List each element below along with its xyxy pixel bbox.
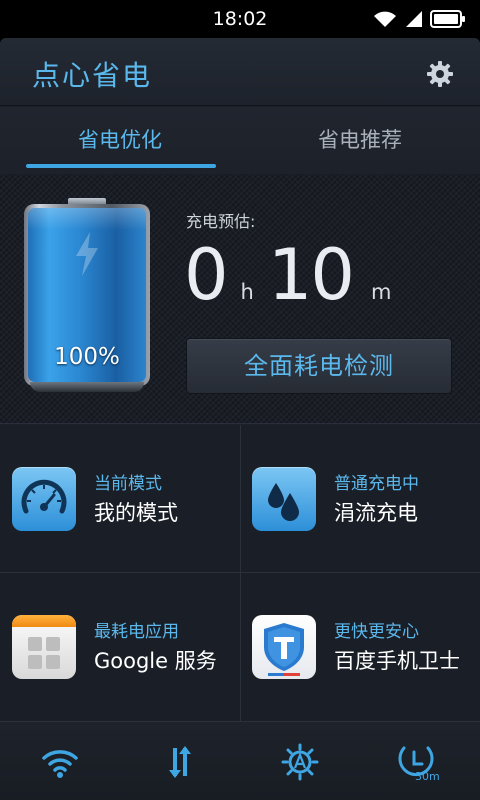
signal-icon	[406, 11, 422, 27]
wifi-icon	[42, 750, 78, 778]
lightning-bolt-icon	[76, 232, 98, 276]
battery-fill: 100%	[28, 208, 146, 382]
quick-toggle-bar: 30m	[0, 721, 480, 800]
mobile-data-toggle[interactable]	[158, 742, 202, 782]
app-window: 点心省电 省电优化 省电推荐 100% 充电预估: 0 h 10 m 全面耗电检…	[0, 38, 480, 800]
active-tab-indicator	[26, 164, 216, 168]
full-power-check-button[interactable]: 全面耗电检测	[186, 338, 452, 394]
security-app-tile[interactable]: 更快更安心 百度手机卫士	[240, 573, 480, 721]
brightness-toggle[interactable]	[278, 742, 322, 782]
screen-timeout-toggle[interactable]: 30m	[398, 742, 442, 783]
minutes-value: 10	[267, 234, 355, 316]
status-icons	[372, 9, 466, 29]
battery-body: 100%	[24, 204, 150, 386]
battery-percentage: 100%	[54, 344, 120, 370]
app-header: 点心省电	[0, 38, 480, 106]
charging-status-tile[interactable]: 普通充电中 涓流充电	[240, 425, 480, 573]
shield-icon	[252, 615, 316, 679]
current-mode-value: 我的模式	[94, 501, 178, 525]
gauge-icon	[12, 467, 76, 531]
water-drops-icon	[252, 467, 316, 531]
battery-base	[30, 382, 144, 392]
battery-panel: 100% 充电预估: 0 h 10 m 全面耗电检测	[0, 174, 480, 424]
battery-graphic: 100%	[24, 198, 150, 392]
charge-time-readout: 0 h 10 m	[184, 234, 405, 324]
minutes-unit: m	[370, 280, 392, 304]
charging-status-value: 涓流充电	[334, 501, 418, 525]
current-mode-caption: 当前模式	[94, 474, 162, 494]
top-consumer-value: Google 服务	[94, 649, 217, 673]
screen-timeout-icon: 30m	[398, 746, 440, 783]
info-grid: 当前模式 我的模式 普通充电中 涓流充电 最耗电应用 Google 服务 更快更…	[0, 425, 480, 721]
tab-power-recommend[interactable]: 省电推荐	[240, 107, 480, 173]
screen-timeout-label: 30m	[415, 770, 440, 782]
hours-unit: h	[240, 280, 254, 304]
charging-status-caption: 普通充电中	[334, 474, 419, 494]
app-grid-icon	[12, 615, 76, 679]
wifi-toggle[interactable]	[38, 742, 82, 782]
top-consumer-caption: 最耗电应用	[94, 622, 179, 642]
gear-icon[interactable]	[426, 60, 454, 88]
top-consumer-tile[interactable]: 最耗电应用 Google 服务	[0, 573, 240, 721]
app-title: 点心省电	[32, 59, 153, 92]
charge-estimate-label: 充电预估:	[186, 212, 256, 231]
auto-brightness-icon	[281, 743, 319, 781]
security-app-caption: 更快更安心	[334, 622, 419, 642]
wifi-status-icon	[374, 11, 396, 27]
security-app-value: 百度手机卫士	[334, 649, 460, 673]
status-bar: 18:02	[0, 0, 480, 38]
battery-status-icon	[430, 10, 465, 28]
data-transfer-icon	[169, 746, 191, 778]
hours-value: 0	[184, 234, 229, 316]
current-mode-tile[interactable]: 当前模式 我的模式	[0, 425, 240, 573]
